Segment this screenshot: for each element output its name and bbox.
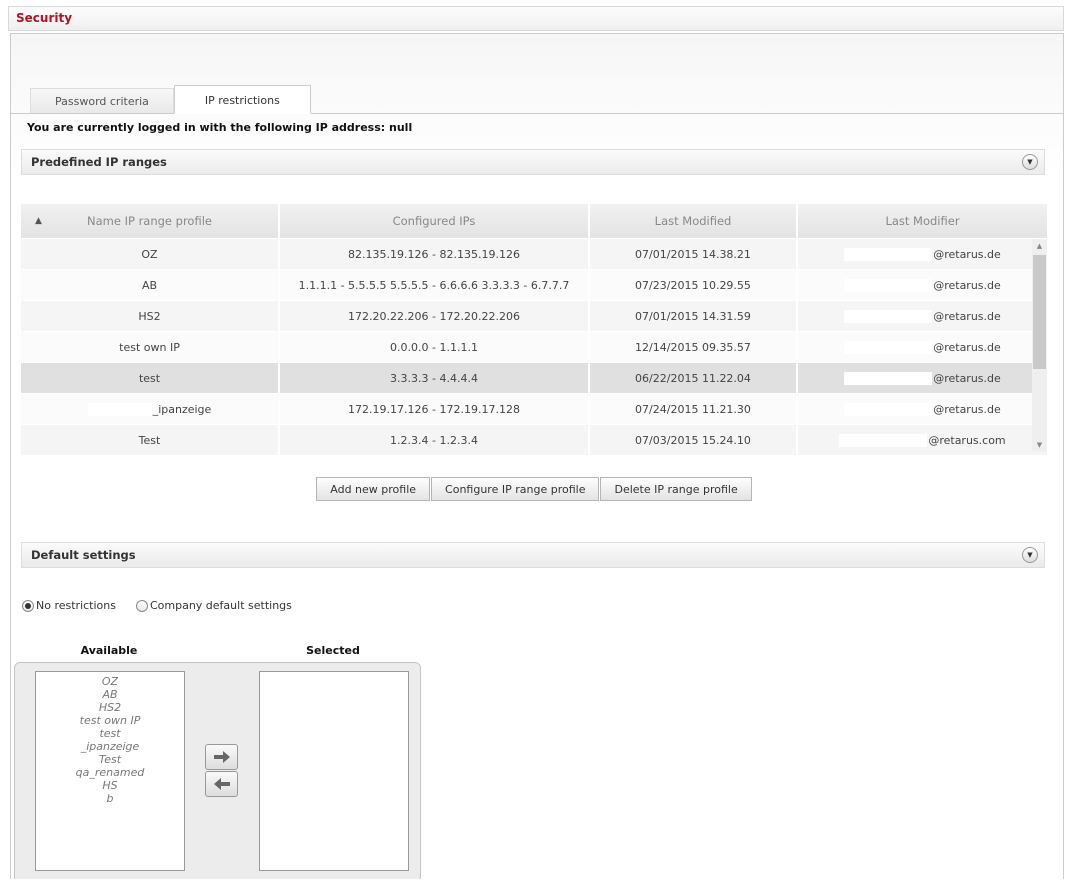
restriction-mode-radios: No restrictions Company default settings	[22, 599, 1063, 612]
duallist-arrows	[205, 744, 238, 797]
cell-last-modified: 07/01/2015 14.38.21	[590, 239, 796, 269]
column-header-last-modifier[interactable]: Last Modifier	[798, 204, 1047, 238]
redacted-text	[844, 279, 932, 292]
section-predefined-ip-ranges: Predefined IP ranges ▼	[21, 149, 1045, 175]
cell-configured-ips: 0.0.0.0 - 1.1.1.1	[280, 332, 588, 362]
cell-last-modified: 12/14/2015 09.35.57	[590, 332, 796, 362]
radio-unselected-icon	[136, 600, 148, 612]
cell-last-modifier: @retarus.com	[798, 425, 1047, 455]
arrow-right-icon	[213, 751, 231, 763]
cell-last-modified: 07/01/2015 14.31.59	[590, 301, 796, 331]
table-row[interactable]: test own IP0.0.0.0 - 1.1.1.112/14/2015 0…	[21, 332, 1047, 362]
cell-profile-name: AB	[21, 270, 278, 300]
section-title: Predefined IP ranges	[31, 155, 167, 169]
cell-profile-name: OZ	[21, 239, 278, 269]
cell-profile-name: Test	[21, 425, 278, 455]
cell-profile-name: test	[21, 363, 278, 393]
available-list-item[interactable]: qa_renamed	[36, 766, 184, 779]
tab-password-criteria[interactable]: Password criteria	[30, 88, 174, 113]
table-row[interactable]: OZ82.135.19.126 - 82.135.19.12607/01/201…	[21, 239, 1047, 269]
ip-range-table: ▲ Name IP range profile Configured IPs L…	[21, 204, 1047, 455]
available-label: Available	[34, 644, 184, 657]
radio-company-default-settings[interactable]: Company default settings	[136, 599, 292, 612]
tab-bar: Password criteria IP restrictions	[11, 85, 1063, 114]
radio-selected-icon	[22, 600, 34, 612]
table-row[interactable]: test3.3.3.3 - 4.4.4.406/22/2015 11.22.04…	[21, 363, 1047, 393]
cell-configured-ips: 172.20.22.206 - 172.20.22.206	[280, 301, 588, 331]
cell-last-modifier: @retarus.de	[798, 363, 1047, 393]
column-header-configured-ips[interactable]: Configured IPs	[280, 204, 588, 238]
available-list-item[interactable]: test own IP	[36, 714, 184, 727]
radio-no-restrictions[interactable]: No restrictions	[22, 599, 116, 612]
cell-last-modified: 07/03/2015 15.24.10	[590, 425, 796, 455]
content-panel: Password criteria IP restrictions You ar…	[10, 33, 1064, 879]
table-body: OZ82.135.19.126 - 82.135.19.12607/01/201…	[21, 239, 1047, 455]
add-new-profile-button[interactable]: Add new profile	[316, 477, 430, 501]
sort-ascending-icon[interactable]: ▲	[35, 216, 42, 226]
table-row[interactable]: HS2172.20.22.206 - 172.20.22.20607/01/20…	[21, 301, 1047, 331]
table-actions: Add new profileConfigure IP range profil…	[21, 477, 1047, 501]
column-header-name[interactable]: ▲ Name IP range profile	[21, 204, 278, 238]
available-list-item[interactable]: HS	[36, 779, 184, 792]
cell-profile-name: HS2	[21, 301, 278, 331]
duallist-labels: Available Selected	[14, 644, 421, 658]
page-title-bar: Security	[8, 6, 1064, 31]
cell-configured-ips: 1.1.1.1 - 5.5.5.5 5.5.5.5 - 6.6.6.6 3.3.…	[280, 270, 588, 300]
collapse-icon[interactable]: ▼	[1022, 547, 1038, 563]
available-list-item[interactable]: AB	[36, 688, 184, 701]
available-list-item[interactable]: Test	[36, 753, 184, 766]
move-left-button[interactable]	[205, 771, 238, 797]
collapse-icon[interactable]: ▼	[1022, 154, 1038, 170]
cell-last-modified: 07/23/2015 10.29.55	[590, 270, 796, 300]
table-row[interactable]: AB1.1.1.1 - 5.5.5.5 5.5.5.5 - 6.6.6.6 3.…	[21, 270, 1047, 300]
table-row[interactable]: _ipanzeige172.19.17.126 - 172.19.17.1280…	[21, 394, 1047, 424]
table-header-row: ▲ Name IP range profile Configured IPs L…	[21, 204, 1047, 238]
cell-last-modifier: @retarus.de	[798, 394, 1047, 424]
available-list-item[interactable]: test	[36, 727, 184, 740]
cell-configured-ips: 172.19.17.126 - 172.19.17.128	[280, 394, 588, 424]
scroll-up-icon[interactable]: ▲	[1032, 239, 1047, 253]
cell-last-modifier: @retarus.de	[798, 332, 1047, 362]
arrow-left-icon	[213, 778, 231, 790]
cell-last-modifier: @retarus.de	[798, 239, 1047, 269]
redacted-text	[844, 372, 932, 385]
scrollbar-thumb[interactable]	[1033, 255, 1046, 369]
section-default-settings: Default settings ▼	[21, 542, 1045, 568]
cell-last-modifier: @retarus.de	[798, 270, 1047, 300]
redacted-text	[839, 434, 927, 447]
available-list-item[interactable]: b	[36, 792, 184, 805]
available-list-item[interactable]: _ipanzeige	[36, 740, 184, 753]
redacted-text	[844, 310, 932, 323]
redacted-text	[844, 341, 932, 354]
cell-configured-ips: 82.135.19.126 - 82.135.19.126	[280, 239, 588, 269]
available-list-item[interactable]: OZ	[36, 675, 184, 688]
cell-configured-ips: 3.3.3.3 - 4.4.4.4	[280, 363, 588, 393]
current-ip-message: You are currently logged in with the fol…	[27, 121, 1063, 134]
configure-ip-range-profile-button[interactable]: Configure IP range profile	[431, 477, 599, 501]
tab-ip-restrictions[interactable]: IP restrictions	[174, 85, 311, 114]
selected-listbox[interactable]	[259, 671, 409, 871]
scroll-down-icon[interactable]: ▼	[1032, 438, 1047, 452]
table-scrollbar[interactable]: ▲ ▼	[1032, 239, 1047, 452]
cell-last-modified: 07/24/2015 11.21.30	[590, 394, 796, 424]
profile-assignment-panel: OZABHS2test own IPtest_ipanzeigeTestqa_r…	[14, 662, 421, 879]
column-header-last-modified[interactable]: Last Modified	[590, 204, 796, 238]
redacted-text	[844, 248, 932, 261]
cell-last-modifier: @retarus.de	[798, 301, 1047, 331]
redacted-text	[88, 403, 152, 416]
cell-last-modified: 06/22/2015 11.22.04	[590, 363, 796, 393]
cell-profile-name: test own IP	[21, 332, 278, 362]
cell-profile-name: _ipanzeige	[21, 394, 278, 424]
cell-configured-ips: 1.2.3.4 - 1.2.3.4	[280, 425, 588, 455]
page-title: Security	[16, 11, 72, 25]
available-list-item[interactable]: HS2	[36, 701, 184, 714]
available-listbox[interactable]: OZABHS2test own IPtest_ipanzeigeTestqa_r…	[35, 671, 185, 871]
move-right-button[interactable]	[205, 744, 238, 770]
table-row[interactable]: Test1.2.3.4 - 1.2.3.407/03/2015 15.24.10…	[21, 425, 1047, 455]
section-title: Default settings	[31, 548, 136, 562]
redacted-text	[844, 403, 932, 416]
delete-ip-range-profile-button[interactable]: Delete IP range profile	[600, 477, 751, 501]
selected-label: Selected	[258, 644, 408, 657]
